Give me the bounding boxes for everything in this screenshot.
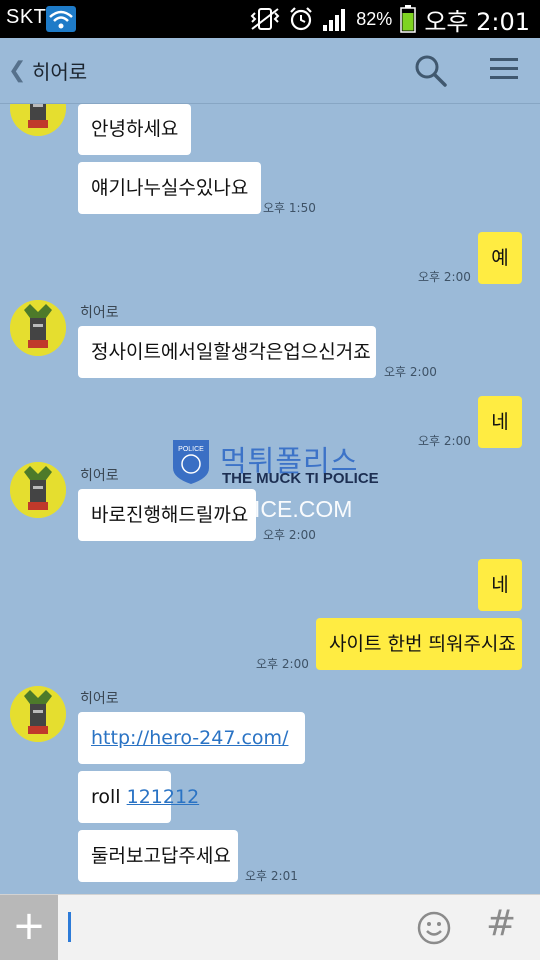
menu-icon[interactable] [490,56,518,82]
watermark-subtitle: THE MUCK TI POLICE [222,470,379,487]
message-text: 예 [491,247,509,269]
text-cursor [68,912,71,942]
message-bubble[interactable]: http://hero-247.com/ [78,712,305,764]
chat-room-title[interactable]: 히어로 [32,56,87,85]
watermark: POLICE 먹튀폴리스 THE MUCK TI POLICE ICE.COM [172,438,379,528]
police-badge-icon: POLICE [173,440,209,484]
sharp-search-button[interactable]: # [486,903,516,944]
avatar[interactable] [10,686,66,742]
message-text: 안녕하세요 [91,118,179,140]
my-message-bubble[interactable]: 사이트 한번 띄워주시죠 [316,618,522,670]
avatar[interactable] [10,104,66,136]
message-time: 오후 2:01 [245,869,298,883]
message-text: 네 [491,411,509,433]
message-input[interactable] [58,895,398,960]
chat-header: ❮ 히어로 [0,38,540,104]
battery-percent: 82% [356,8,393,29]
smiley-icon[interactable] [417,911,451,945]
message-bubble[interactable]: 둘러보고답주세요 [78,830,238,882]
alarm-icon [290,7,313,31]
message-time: 오후 2:00 [418,270,471,284]
message-input-bar: + # [0,894,540,960]
watermark-domain: ICE.COM [254,496,353,522]
message-bubble[interactable]: 정사이트에서일할생각은업으신거죠 [78,326,376,378]
status-bar: SKT 82% 오후 2:01 [0,0,540,38]
message-text: 네 [491,574,509,596]
search-icon[interactable] [414,54,448,88]
sender-name: 히어로 [80,691,119,707]
message-text: 둘러보고답주세요 [91,845,231,867]
signal-icon [323,9,346,31]
message-bubble[interactable]: 얘기나누실수있나요 [78,162,262,214]
avatar[interactable] [10,462,66,518]
message-bubble[interactable]: 안녕하세요 [78,104,192,155]
message-time: 오후 2:00 [418,434,471,448]
message-text: 사이트 한번 띄워주시죠 [329,633,516,655]
chevron-left-icon[interactable]: ❮ [8,58,26,83]
clock: 오후 2:01 [424,7,530,36]
my-message-bubble[interactable]: 네 [478,396,522,448]
battery-icon [400,5,417,33]
message-time: 오후 2:00 [256,657,309,671]
message-text: 정사이트에서일할생각은업으신거죠 [91,341,371,363]
wifi-icon [46,6,76,32]
message-time: 오후 2:00 [384,365,437,379]
message-bubble[interactable]: roll 121212 [78,771,199,823]
plus-button[interactable]: + [0,895,58,960]
message-text: roll [91,786,127,808]
my-message-bubble[interactable]: 예 [478,232,522,284]
my-message-bubble[interactable]: 네 [478,559,522,611]
message-link[interactable]: http://hero-247.com/ [91,727,288,749]
vibrate-icon [250,8,280,30]
message-text: 얘기나누실수있나요 [91,177,249,199]
badge-text: POLICE [178,446,204,453]
sender-name: 히어로 [80,305,119,321]
message-link[interactable]: 121212 [127,786,200,808]
avatar[interactable] [10,300,66,356]
carrier-label: SKT [6,6,47,28]
sender-name: 히어로 [80,468,119,484]
message-time: 오후 1:50 [263,201,316,215]
message-time: 오후 2:00 [263,528,316,542]
